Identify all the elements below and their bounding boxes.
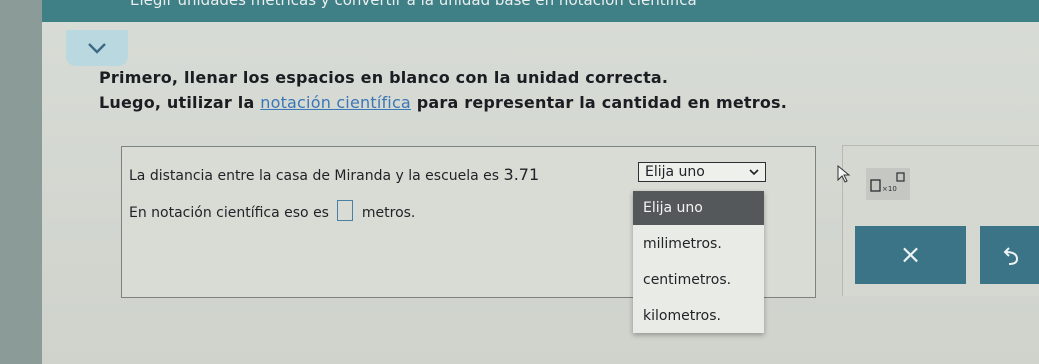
collapse-button[interactable]: [66, 30, 128, 66]
scientific-notation-button[interactable]: ×10: [866, 168, 910, 200]
left-margin: [0, 0, 42, 364]
answer-input[interactable]: [337, 200, 354, 221]
dropdown-option[interactable]: milimetros.: [633, 227, 764, 261]
question-text: En notación científica eso es: [129, 205, 334, 221]
question-text: metros.: [357, 205, 416, 221]
scientific-notation-link[interactable]: notación científica: [260, 93, 411, 112]
unit-select-value: Elija uno: [645, 164, 705, 180]
question-text: La distancia entre la casa de Miranda y …: [129, 168, 504, 184]
undo-button[interactable]: [980, 226, 1039, 284]
svg-text:×10: ×10: [882, 185, 897, 193]
unit-dropdown-menu: Elija uno milimetros. centimetros. kilom…: [633, 191, 764, 333]
instruction-text: Luego, utilizar la: [99, 93, 261, 112]
close-icon: ×: [899, 240, 922, 270]
instruction-line-1: Primero, llenar los espacios en blanco c…: [99, 68, 669, 87]
undo-icon: [1003, 247, 1019, 265]
instruction-text: para representar la cantidad en metros.: [410, 93, 788, 112]
clear-button[interactable]: ×: [855, 226, 966, 284]
chevron-down-icon: [88, 43, 106, 54]
mouse-cursor-icon: [837, 165, 851, 183]
header-title: Elegir unidades métricas y convertir a l…: [130, 0, 697, 9]
dropdown-option[interactable]: Elija uno: [633, 191, 764, 225]
chevron-down-icon: [749, 169, 759, 176]
header-bar: Elegir unidades métricas y convertir a l…: [42, 0, 1039, 22]
instruction-line-2: Luego, utilizar la notación científica p…: [99, 93, 787, 112]
dropdown-option[interactable]: centimetros.: [633, 263, 764, 297]
question-sentence-2: En notación científica eso es metros.: [129, 200, 415, 221]
scientific-notation-icon: ×10: [870, 172, 905, 193]
dropdown-option[interactable]: kilometros.: [633, 299, 764, 333]
page: Elegir unidades métricas y convertir a l…: [0, 0, 1039, 364]
question-sentence-1: La distancia entre la casa de Miranda y …: [129, 165, 539, 184]
unit-select[interactable]: Elija uno: [638, 162, 766, 182]
distance-value: 3.71: [503, 165, 540, 184]
